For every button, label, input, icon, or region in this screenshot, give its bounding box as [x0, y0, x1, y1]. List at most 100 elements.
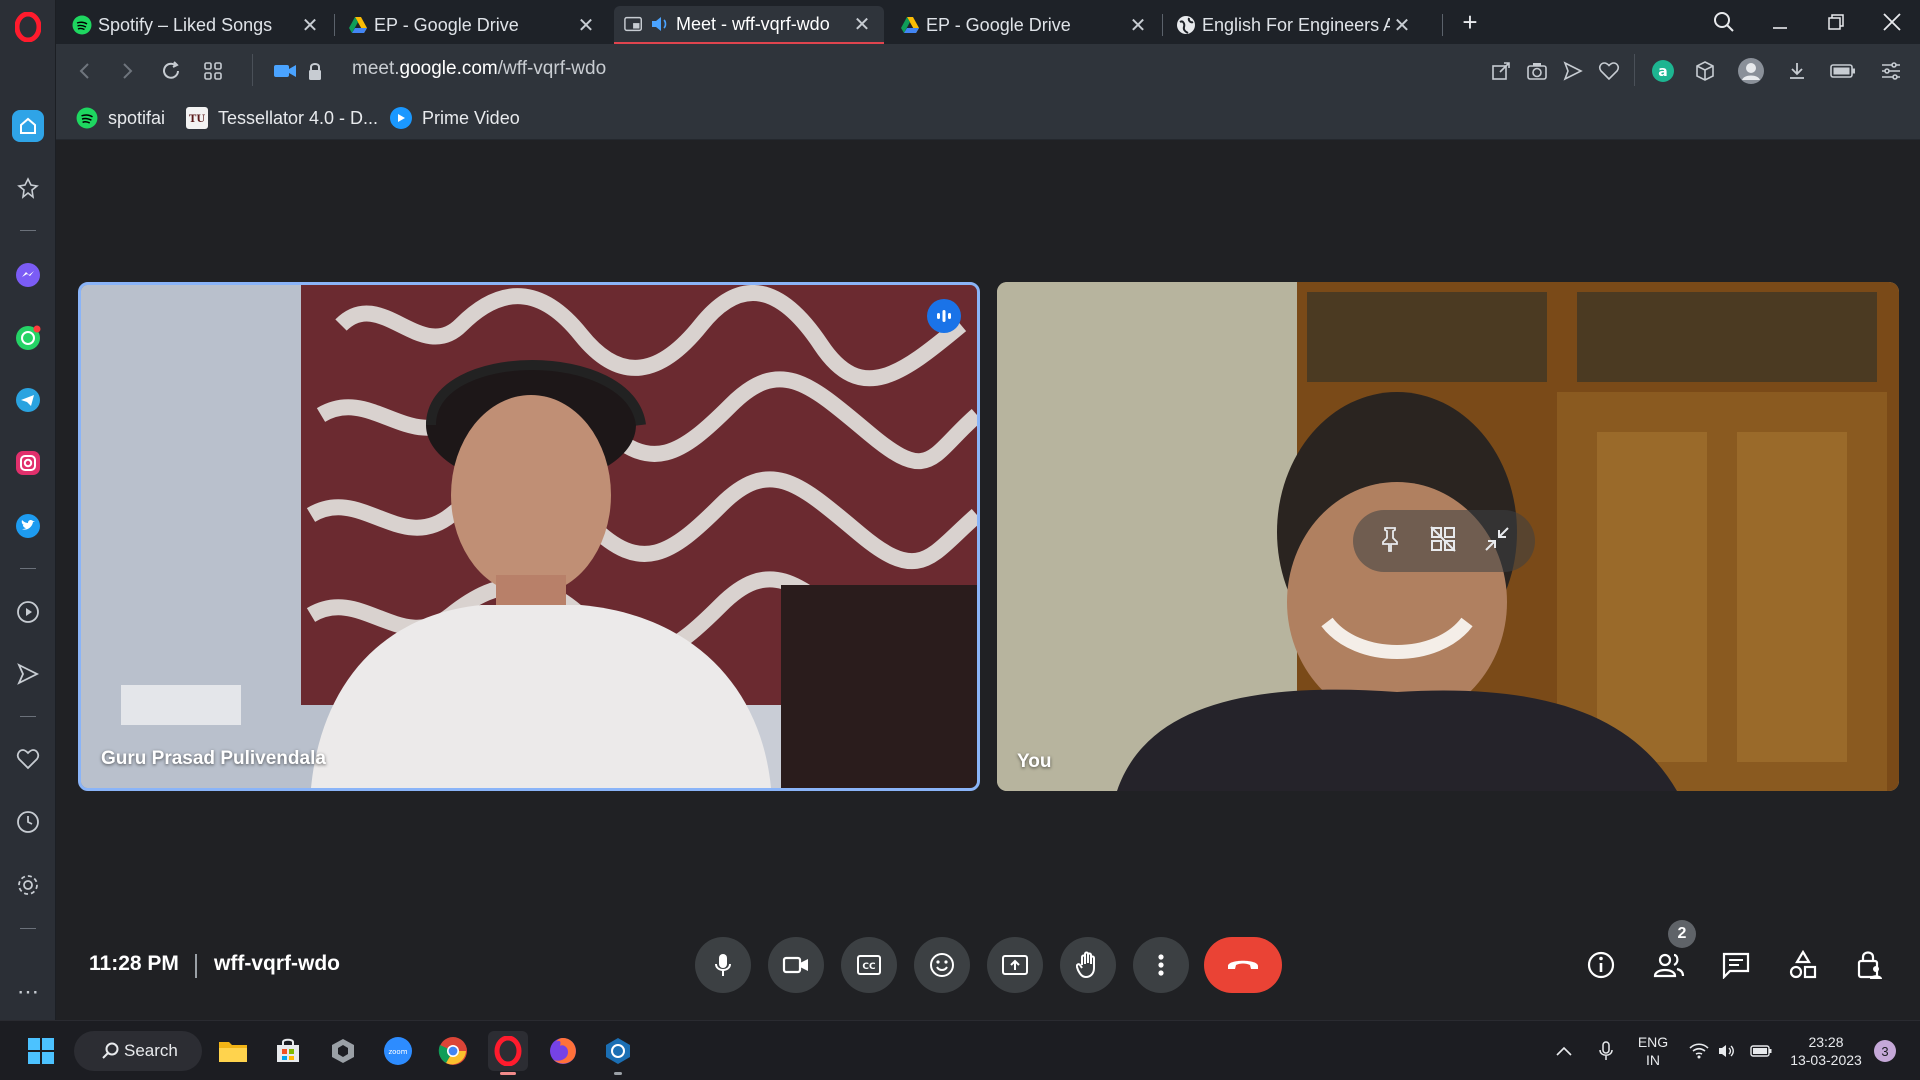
svg-text:CC: CC	[862, 962, 876, 972]
tabs-grid-icon[interactable]	[198, 56, 228, 86]
url-prefix: meet.	[352, 58, 400, 79]
new-tab-plus-icon[interactable]: +	[1448, 6, 1492, 38]
captions-icon: CC	[857, 955, 881, 975]
reload-icon[interactable]	[156, 56, 186, 86]
favorites-heart-icon[interactable]	[12, 743, 44, 775]
tab-google-drive-2[interactable]: EP - Google Drive ✕	[890, 6, 1160, 44]
toolbar-divider	[1634, 54, 1635, 86]
participant-tile-self[interactable]: You	[997, 282, 1899, 791]
hang-up-icon	[1228, 960, 1258, 969]
spotify-icon	[72, 15, 92, 35]
bookmark-label: Prime Video	[422, 107, 520, 128]
tab-spotify[interactable]: Spotify – Liked Songs ✕	[62, 6, 332, 44]
volume-icon[interactable]	[1712, 1031, 1742, 1071]
tab-google-drive[interactable]: EP - Google Drive ✕	[338, 6, 608, 44]
camera-in-use-icon[interactable]	[270, 56, 300, 86]
system-app-icon[interactable]	[598, 1031, 638, 1075]
clock-date[interactable]: 23:28 13-03-2023	[1782, 1033, 1870, 1069]
present-screen-button[interactable]	[987, 937, 1043, 993]
send-to-icon[interactable]	[1558, 56, 1588, 86]
system-date: 13-03-2023	[1790, 1052, 1862, 1068]
microphone-button[interactable]	[695, 937, 751, 993]
edit-share-icon[interactable]	[1486, 56, 1516, 86]
pinboards-icon[interactable]	[12, 172, 44, 204]
minimize-window-icon[interactable]	[1758, 6, 1802, 38]
host-controls-button[interactable]	[1847, 942, 1893, 988]
zoom-icon[interactable]: zoom	[378, 1031, 418, 1071]
extensions-cube-icon[interactable]	[1690, 56, 1720, 86]
minimize-tile-icon[interactable]	[1484, 526, 1510, 557]
history-clock-icon[interactable]	[12, 806, 44, 838]
home-icon[interactable]	[12, 110, 44, 142]
video-camera-icon	[782, 956, 808, 974]
profile-avatar-icon[interactable]	[1736, 56, 1766, 86]
chrome-icon[interactable]	[433, 1031, 473, 1071]
close-tab-icon[interactable]: ✕	[1126, 13, 1150, 37]
easy-setup-icon[interactable]	[1876, 56, 1906, 86]
pin-icon[interactable]	[1378, 526, 1402, 557]
close-tab-icon[interactable]: ✕	[850, 12, 874, 36]
whatsapp-icon[interactable]	[12, 322, 44, 354]
camera-button[interactable]	[768, 937, 824, 993]
tab-search-icon[interactable]	[1702, 6, 1746, 38]
lock-icon[interactable]	[300, 56, 330, 86]
twitter-icon[interactable]	[12, 510, 44, 542]
participant-tile-remote[interactable]: Guru Prasad Pulivendala	[78, 282, 980, 791]
captions-button[interactable]: CC	[841, 937, 897, 993]
more-options-icon[interactable]: ⋯	[12, 976, 44, 1008]
taskbar-search[interactable]: Search	[74, 1031, 202, 1071]
microphone-in-use-icon[interactable]	[1592, 1031, 1620, 1071]
more-options-button[interactable]	[1133, 937, 1189, 993]
tab-english-for-engineers[interactable]: English For Engineers An ✕	[1166, 6, 1424, 44]
opera-logo-icon[interactable]	[12, 10, 44, 44]
bookmark-spotifai[interactable]: spotifai	[76, 105, 165, 131]
unity-hub-icon[interactable]	[323, 1031, 363, 1071]
close-tab-icon[interactable]: ✕	[574, 13, 598, 37]
messenger-icon[interactable]	[12, 259, 44, 291]
close-tab-icon[interactable]: ✕	[1390, 13, 1414, 37]
meet-control-bar: 11:28 PM wff-vqrf-wdo CC 2	[56, 920, 1920, 1020]
restore-window-icon[interactable]	[1814, 6, 1858, 38]
close-window-icon[interactable]	[1870, 6, 1914, 38]
instagram-icon[interactable]	[12, 447, 44, 479]
snapshot-camera-icon[interactable]	[1522, 56, 1552, 86]
back-icon[interactable]	[70, 56, 100, 86]
input-language-indicator[interactable]: ENG IN	[1632, 1033, 1674, 1069]
people-button[interactable]	[1646, 942, 1692, 988]
firefox-icon[interactable]	[543, 1031, 583, 1071]
url-domain: google.com	[399, 58, 498, 79]
reactions-button[interactable]	[914, 937, 970, 993]
opera-sidebar: ⋯	[0, 0, 56, 1020]
amazon-assistant-icon[interactable]: a	[1648, 56, 1678, 86]
battery-saver-icon[interactable]	[1828, 56, 1858, 86]
microsoft-store-icon[interactable]	[268, 1031, 308, 1071]
settings-gear-icon[interactable]	[12, 869, 44, 901]
remove-from-grid-icon[interactable]	[1429, 525, 1457, 558]
tab-meet[interactable]: Meet - wff-vqrf-wdo ✕	[614, 6, 884, 44]
meeting-details-button[interactable]	[1578, 942, 1624, 988]
bookmark-prime-video[interactable]: Prime Video	[390, 105, 520, 131]
windows-start-icon[interactable]	[21, 1031, 61, 1071]
bookmark-heart-icon[interactable]	[1594, 56, 1624, 86]
notification-count-badge[interactable]: 3	[1874, 1040, 1896, 1062]
chat-button[interactable]	[1713, 942, 1759, 988]
send-icon[interactable]	[12, 658, 44, 690]
close-tab-icon[interactable]: ✕	[298, 13, 322, 37]
player-icon[interactable]	[12, 596, 44, 628]
audio-playing-icon[interactable]	[650, 14, 670, 34]
downloads-icon[interactable]	[1782, 56, 1812, 86]
emoji-icon	[930, 953, 954, 977]
file-explorer-icon[interactable]	[213, 1031, 253, 1071]
bookmark-tessellator[interactable]: TU Tessellator 4.0 - D...	[186, 105, 378, 131]
forward-icon[interactable]	[112, 56, 142, 86]
battery-icon[interactable]	[1746, 1031, 1776, 1071]
meet-stage: Guru Prasad Pulivendala You	[56, 141, 1920, 1020]
opera-taskbar-icon[interactable]	[488, 1031, 528, 1075]
activities-button[interactable]	[1780, 942, 1826, 988]
leave-call-button[interactable]	[1204, 937, 1282, 993]
raise-hand-button[interactable]	[1060, 937, 1116, 993]
show-hidden-icons-chevron-icon[interactable]	[1550, 1031, 1578, 1071]
url-field[interactable]: meet.google.com/wff-vqrf-wdo	[352, 58, 606, 80]
wifi-icon[interactable]	[1684, 1031, 1714, 1071]
telegram-icon[interactable]	[12, 384, 44, 416]
